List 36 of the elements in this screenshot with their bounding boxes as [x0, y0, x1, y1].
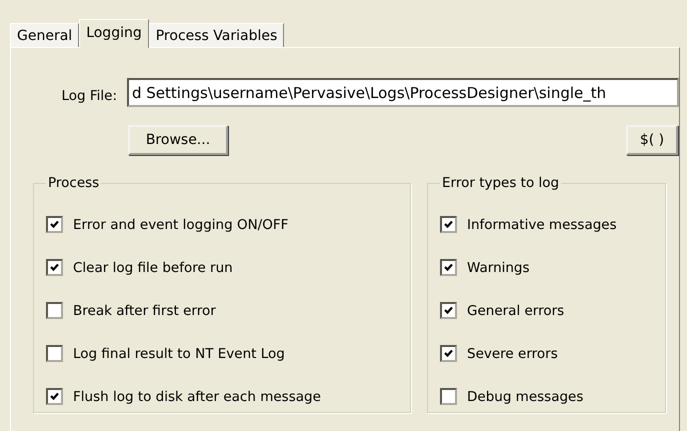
checkmark-icon — [444, 263, 453, 272]
checkbox[interactable] — [46, 345, 63, 362]
field-label: Log File: — [60, 88, 117, 104]
checkbox-label: General errors — [467, 302, 564, 318]
checkbox[interactable] — [46, 216, 63, 233]
checkbox[interactable] — [46, 259, 63, 276]
checkbox[interactable] — [440, 302, 457, 319]
tab[interactable]: General — [10, 23, 80, 47]
tab[interactable]: Logging — [79, 19, 149, 48]
checkbox[interactable] — [440, 216, 457, 233]
checkbox[interactable] — [46, 302, 63, 319]
checkbox-label: Severe errors — [467, 346, 558, 362]
checkbox-label: Warnings — [467, 260, 530, 276]
checkbox[interactable] — [440, 388, 457, 405]
checkbox-label: Flush log to disk after each message — [73, 388, 321, 404]
variable-button[interactable]: $( ) — [626, 125, 678, 155]
checkmark-icon — [444, 349, 453, 358]
checkmark-icon — [444, 220, 453, 229]
checkbox[interactable] — [46, 388, 63, 405]
checkbox-label: Log final result to NT Event Log — [73, 346, 285, 362]
log-file-field[interactable]: d Settings\username\Pervasive\Logs\ProcessDesigner\single_th — [127, 78, 679, 107]
checkbox-label: Debug messages — [467, 388, 584, 404]
checkbox[interactable] — [440, 259, 457, 276]
group-title: Process — [47, 175, 100, 191]
checkmark-icon — [50, 392, 59, 401]
checkbox-label: Break after first error — [73, 302, 216, 318]
checkbox-label: Clear log file before run — [73, 260, 233, 276]
browse-button[interactable]: Browse... — [128, 125, 228, 155]
checkbox-label: Error and event logging ON/OFF — [73, 216, 288, 232]
checkmark-icon — [50, 263, 59, 272]
checkbox-label: Informative messages — [467, 216, 617, 232]
checkmark-icon — [444, 306, 453, 315]
tab[interactable]: Process Variables — [148, 23, 284, 47]
checkmark-icon — [50, 220, 59, 229]
group-title: Error types to log — [441, 175, 560, 191]
checkbox[interactable] — [440, 345, 457, 362]
